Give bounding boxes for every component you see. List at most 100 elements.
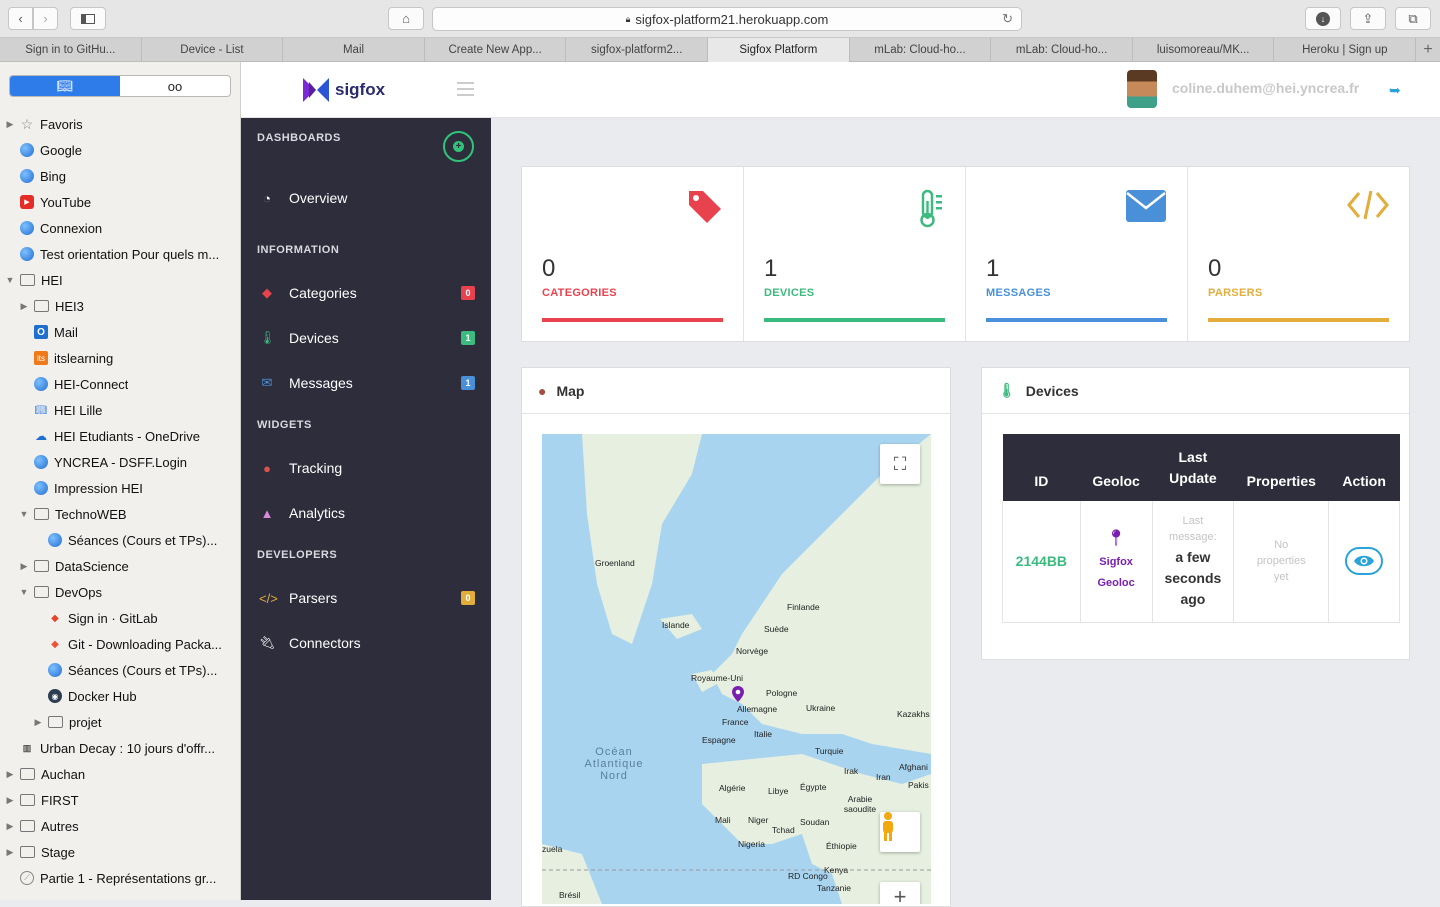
disclosure-closed-icon[interactable]: ▶: [4, 847, 16, 858]
bookmark-folder[interactable]: ▼ HEI: [0, 267, 240, 293]
bookmark-item[interactable]: Séances (Cours et TPs)...: [0, 657, 240, 683]
folder-icon: [20, 274, 35, 286]
tab[interactable]: mLab: Cloud-ho...: [991, 38, 1133, 62]
bookmark-item[interactable]: ▶ YouTube: [0, 189, 240, 215]
bookmark-folder[interactable]: ▶ DataScience: [0, 553, 240, 579]
sidebar-toggle-button[interactable]: [70, 7, 106, 30]
nav-item-overview[interactable]: ◔ Overview: [259, 190, 475, 206]
bookmark-item[interactable]: ◉ Docker Hub: [0, 683, 240, 709]
bookmark-item[interactable]: ⟋ Partie 1 - Représentations gr...: [0, 865, 240, 891]
stat-parsers[interactable]: 0 PARSERS: [1188, 167, 1409, 341]
back-button[interactable]: ‹: [8, 7, 33, 30]
add-dashboard-button[interactable]: +: [443, 131, 474, 162]
reading-list-tab[interactable]: oo: [120, 76, 230, 96]
menu-toggle-icon[interactable]: [457, 82, 474, 96]
street-view-button[interactable]: [880, 812, 920, 852]
share-button[interactable]: ⇪: [1350, 7, 1386, 30]
nav-item-tracking[interactable]: ● Tracking: [259, 460, 475, 476]
column-header[interactable]: Action: [1328, 434, 1400, 501]
disclosure-closed-icon[interactable]: ▶: [4, 821, 16, 832]
bookmark-folder[interactable]: ▶ HEI3: [0, 293, 240, 319]
bookmark-label: Connexion: [40, 220, 103, 236]
column-header[interactable]: Properties: [1233, 434, 1329, 501]
bookmark-item[interactable]: HEI-Connect: [0, 371, 240, 397]
disclosure-closed-icon[interactable]: ▶: [4, 119, 16, 130]
forward-button[interactable]: ›: [33, 7, 58, 30]
tab[interactable]: luisomoreau/MK...: [1133, 38, 1275, 62]
nav-item-devices[interactable]: 🌡︎ Devices 1: [259, 330, 475, 346]
tab-active[interactable]: Sigfox Platform: [708, 38, 850, 62]
column-header[interactable]: ID: [1002, 434, 1081, 501]
bookmark-item[interactable]: Google: [0, 137, 240, 163]
tab[interactable]: Sign in to GitHu...: [0, 38, 142, 62]
downloads-button[interactable]: ↓: [1305, 7, 1341, 30]
stat-messages[interactable]: 1 MESSAGES: [966, 167, 1188, 341]
disclosure-closed-icon[interactable]: ▶: [32, 717, 44, 728]
stat-value: 1: [764, 255, 778, 282]
bookmark-item[interactable]: Connexion: [0, 215, 240, 241]
view-device-button[interactable]: [1345, 547, 1384, 576]
bookmark-item[interactable]: O Mail: [0, 319, 240, 345]
disclosure-closed-icon[interactable]: ▶: [18, 301, 30, 312]
bookmark-folder[interactable]: ▶ FIRST: [0, 787, 240, 813]
bookmark-item[interactable]: Séances (Cours et TPs)...: [0, 527, 240, 553]
bookmark-item[interactable]: ◆ Git - Downloading Packa...: [0, 631, 240, 657]
avatar[interactable]: [1127, 70, 1157, 108]
disclosure-closed-icon[interactable]: ▶: [4, 795, 16, 806]
bookmark-item[interactable]: ☁ HEI Etudiants - OneDrive: [0, 423, 240, 449]
stat-devices[interactable]: 1 DEVICES: [744, 167, 966, 341]
tab[interactable]: Device - List: [142, 38, 284, 62]
geoloc-cell[interactable]: 📍︎ Sigfox Geoloc: [1079, 501, 1153, 623]
bookmark-item[interactable]: ▶ ☆ Favoris: [0, 111, 240, 137]
new-tab-button[interactable]: +: [1416, 38, 1440, 62]
action-cell: [1328, 501, 1400, 623]
nav-item-categories[interactable]: ◆ Categories 0: [259, 285, 475, 301]
bookmark-item[interactable]: 📖︎ HEI Lille: [0, 397, 240, 423]
fullscreen-button[interactable]: ⛶: [880, 444, 920, 484]
bookmark-item[interactable]: Impression HEI: [0, 475, 240, 501]
table-row[interactable]: 2144BB 📍︎ Sigfox Geoloc Last message: a …: [1002, 501, 1400, 623]
tab[interactable]: sigfox-platform2...: [566, 38, 709, 62]
map-view[interactable]: Groenland Islande Finlande Suède Norvège…: [542, 434, 931, 904]
disclosure-open-icon[interactable]: ▼: [18, 509, 30, 519]
bookmark-item[interactable]: ◆ Sign in · GitLab: [0, 605, 240, 631]
bookmark-item[interactable]: YNCREA - DSFF.Login: [0, 449, 240, 475]
bookmark-folder[interactable]: ▶ Auchan: [0, 761, 240, 787]
address-bar[interactable]: 🔒︎ sigfox-platform21.herokuapp.com ↻: [432, 7, 1022, 31]
tab[interactable]: Heroku | Sign up: [1274, 38, 1417, 62]
bookmark-folder[interactable]: ▶ projet: [0, 709, 240, 735]
logout-icon[interactable]: ➥: [1389, 82, 1401, 99]
bookmark-folder[interactable]: ▶ Stage: [0, 839, 240, 865]
reload-icon[interactable]: ↻: [1002, 11, 1013, 27]
tab[interactable]: mLab: Cloud-ho...: [850, 38, 992, 62]
nav-item-messages[interactable]: ✉ Messages 1: [259, 375, 475, 391]
device-location-marker-icon[interactable]: [732, 686, 744, 702]
disclosure-closed-icon[interactable]: ▶: [4, 769, 16, 780]
bookmark-folder[interactable]: ▼ DevOps: [0, 579, 240, 605]
user-email[interactable]: coline.duhem@hei.yncrea.fr: [1172, 80, 1359, 96]
bookmark-item[interactable]: its itslearning: [0, 345, 240, 371]
column-header[interactable]: Geoloc: [1080, 434, 1152, 501]
disclosure-open-icon[interactable]: ▼: [4, 275, 16, 285]
tab[interactable]: Mail: [283, 38, 425, 62]
bookmarks-tab[interactable]: 📖︎: [10, 76, 120, 96]
tabs-overview-button[interactable]: ⧉: [1395, 7, 1431, 30]
home-button[interactable]: ⌂: [388, 7, 424, 30]
zoom-in-button[interactable]: +: [880, 882, 920, 904]
column-header[interactable]: Last Update: [1152, 434, 1234, 501]
brand-logo[interactable]: sigfox: [301, 76, 385, 104]
tab[interactable]: Create New App...: [425, 38, 567, 62]
disclosure-closed-icon[interactable]: ▶: [18, 561, 30, 572]
bookmark-item[interactable]: Test orientation Pour quels m...: [0, 241, 240, 267]
bookmark-folder[interactable]: ▼ TechnoWEB: [0, 501, 240, 527]
nav-item-connectors[interactable]: 🔌︎ Connectors: [259, 635, 475, 651]
bookmark-folder[interactable]: ▶ Autres: [0, 813, 240, 839]
device-id-link[interactable]: 2144BB: [1002, 501, 1081, 623]
nav-item-analytics[interactable]: ▲ Analytics: [259, 505, 475, 521]
bookmark-item[interactable]: Bing: [0, 163, 240, 189]
tab-bar: Sign in to GitHu... Device - List Mail C…: [0, 38, 1440, 62]
nav-item-parsers[interactable]: </> Parsers 0: [259, 590, 475, 606]
disclosure-open-icon[interactable]: ▼: [18, 587, 30, 597]
bookmark-item[interactable]: ▥ Urban Decay : 10 jours d'offr...: [0, 735, 240, 761]
stat-categories[interactable]: 0 CATEGORIES: [522, 167, 744, 341]
